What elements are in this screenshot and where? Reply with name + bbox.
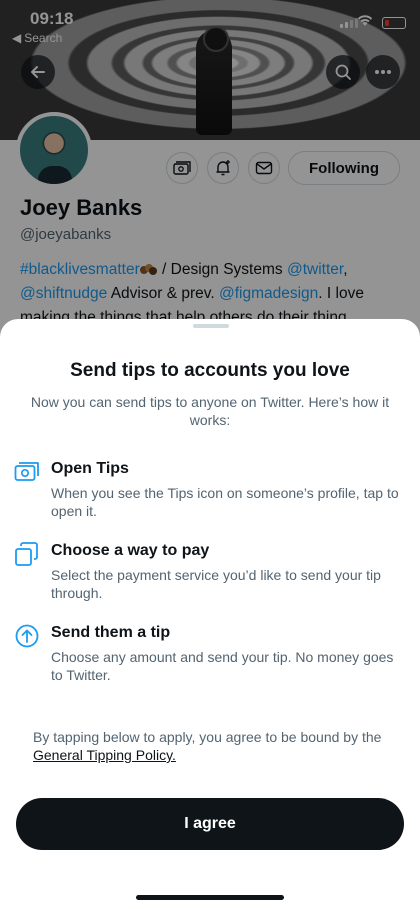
agree-button[interactable]: I agree <box>16 798 404 850</box>
step-description: When you see the Tips icon on someone’s … <box>51 485 399 519</box>
arrow-up-circle-icon <box>15 624 39 648</box>
step-title: Open Tips <box>51 460 129 477</box>
step-title: Send them a tip <box>51 624 171 641</box>
tips-icon <box>14 462 39 481</box>
tipping-policy-link[interactable]: General Tipping Policy. <box>33 747 176 763</box>
step-description: Select the payment service you’d like to… <box>51 567 381 601</box>
legal-notice: By tapping below to apply, you agree to … <box>33 728 393 764</box>
sheet-title: Send tips to accounts you love <box>70 360 350 381</box>
legal-text: By tapping below to apply, you agree to … <box>33 729 382 745</box>
home-indicator[interactable] <box>136 895 284 900</box>
sheet-subtitle: Now you can send tips to anyone on Twitt… <box>30 394 390 428</box>
step-title: Choose a way to pay <box>51 542 210 559</box>
cards-icon <box>15 542 38 566</box>
tips-bottom-sheet: Send tips to accounts you love Now you c… <box>0 319 420 909</box>
sheet-grabber-handle[interactable] <box>193 324 229 328</box>
step-description: Choose any amount and send your tip. No … <box>51 649 394 683</box>
